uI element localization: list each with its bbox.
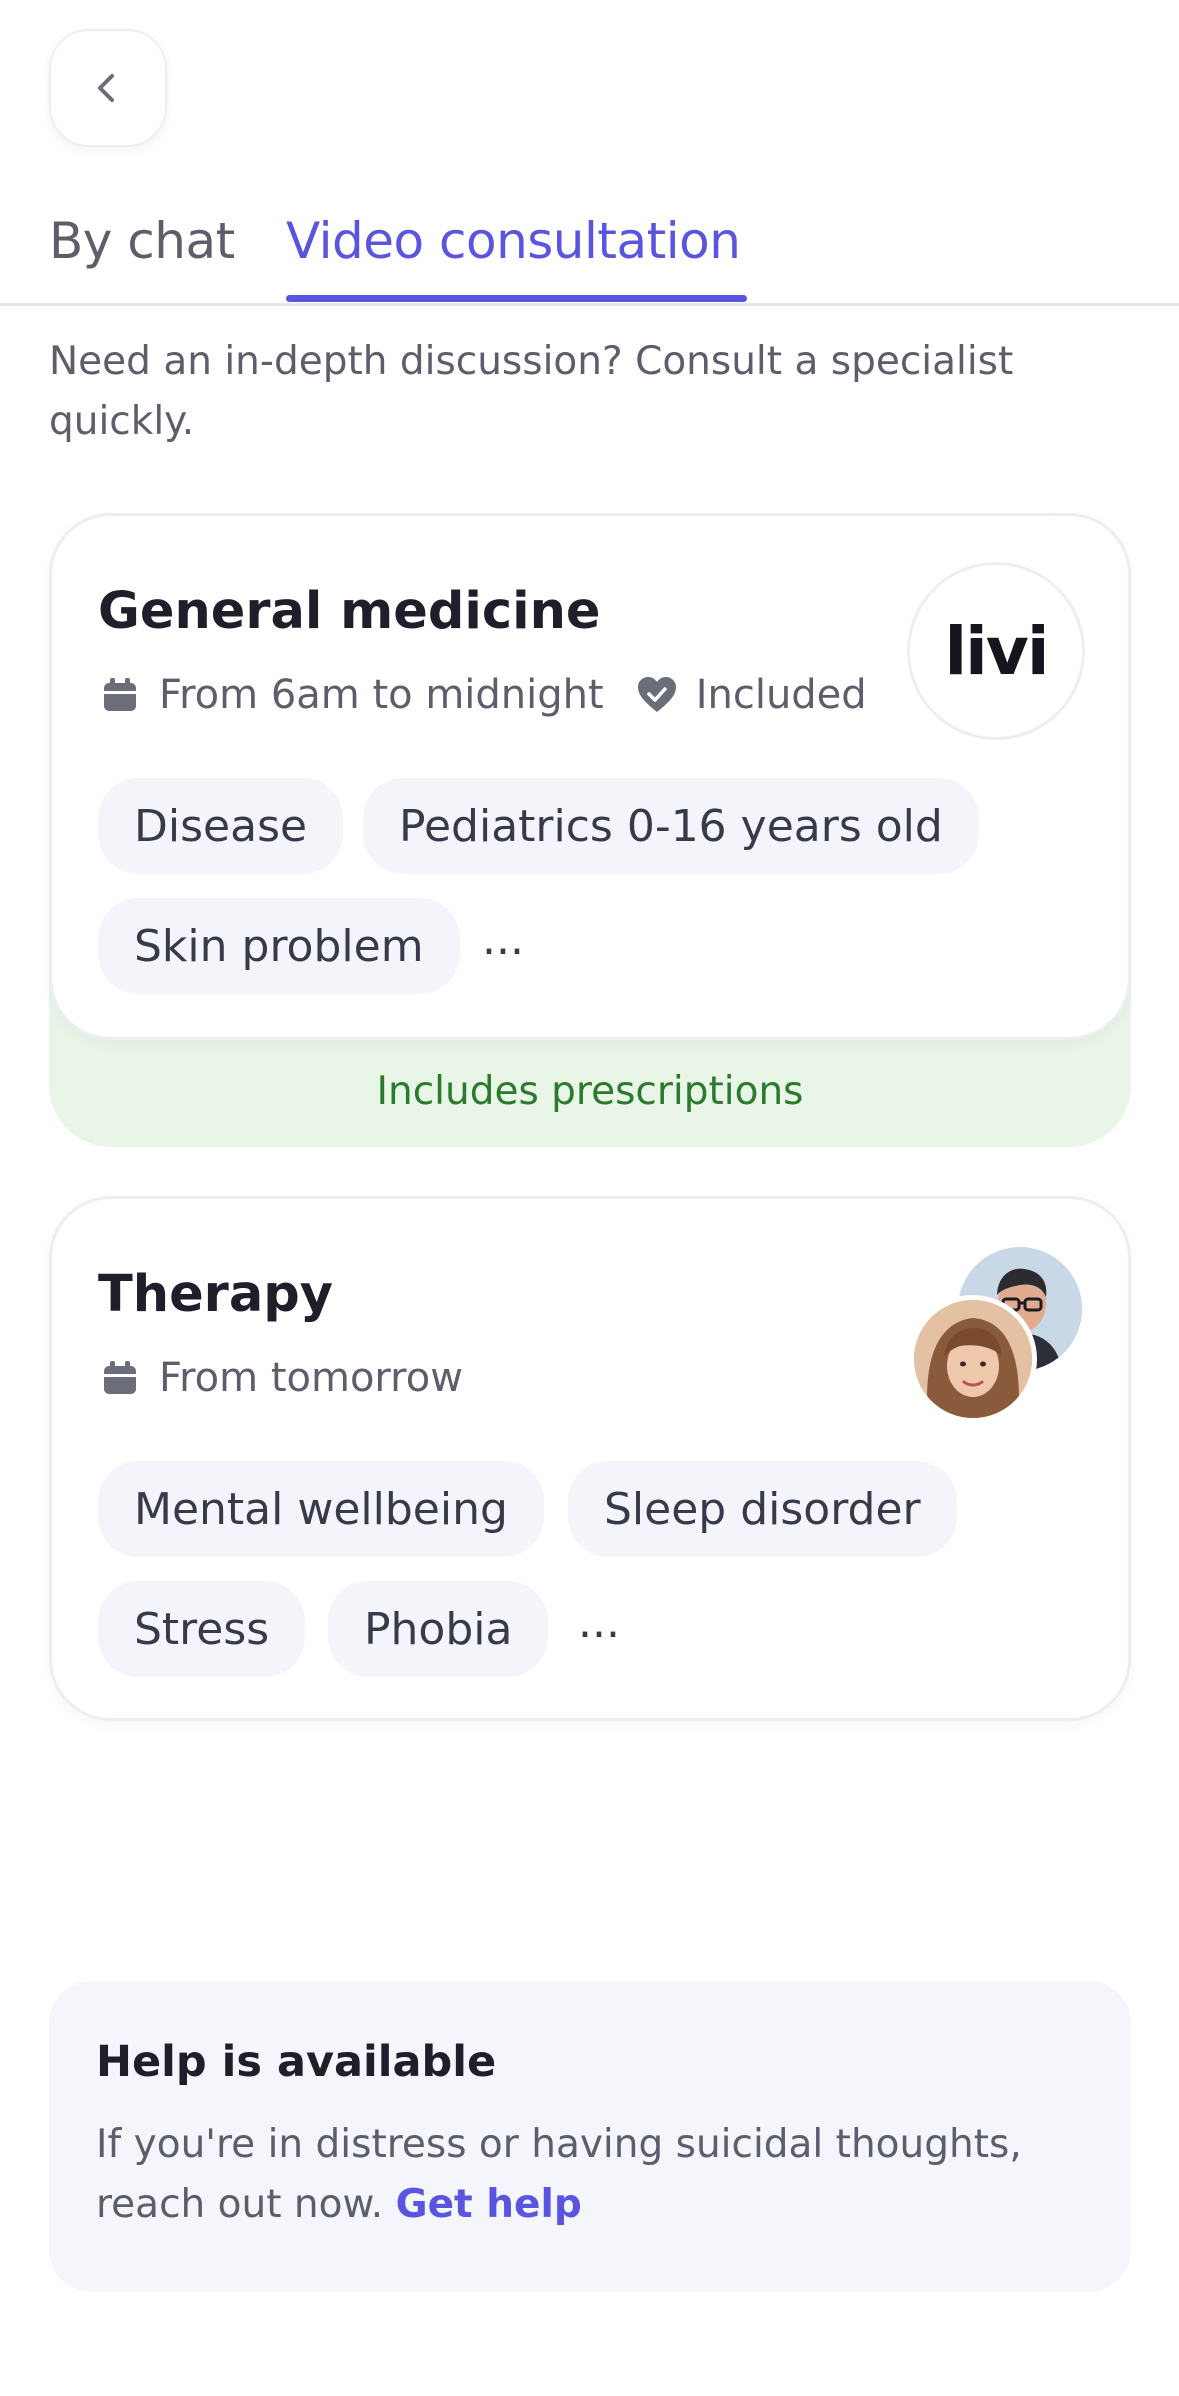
active-tab-indicator [286,295,747,302]
tag-chip: Disease [98,778,344,874]
general-medicine-card-body[interactable]: General medicine From 6am to midnight In… [49,513,1131,1040]
tag-chip: Pediatrics 0-16 years old [363,778,979,874]
tag-chip: Sleep disorder [568,1461,957,1557]
more-tags: ... [578,1597,620,1648]
get-help-link[interactable]: Get help [396,2182,582,2227]
heart-check-icon [637,677,676,712]
more-tags: ... [482,914,524,965]
calendar-icon [104,678,136,711]
intro-text: Need an in-depth discussion? Consult a s… [49,339,1014,444]
general-medicine-card[interactable]: General medicine From 6am to midnight In… [49,513,1131,1147]
help-box: Help is available If you're in distress … [49,1981,1131,2292]
tab-by-chat[interactable]: By chat [49,212,235,294]
therapy-card[interactable]: Therapy From tomorrow Mental wellbeing S… [49,1196,1131,1721]
tag-chip: Phobia [328,1581,549,1677]
therapy-card-body[interactable]: Therapy From tomorrow Mental wellbeing S… [49,1196,1131,1721]
card-meta: From 6am to midnight Included [101,672,867,718]
chevron-left-icon [98,74,114,102]
tab-video-consultation[interactable]: Video consultation [286,212,741,294]
calendar-icon [104,1361,136,1394]
card-meta: From tomorrow [101,1355,463,1401]
tag-chip: Mental wellbeing [98,1461,544,1557]
schedule-text: From 6am to midnight [159,672,604,718]
tab-bar: By chat Video consultation [0,190,1179,306]
card-title: Therapy [98,1265,334,1324]
schedule-text: From tomorrow [159,1355,463,1401]
card-title: General medicine [98,582,601,641]
coverage-text: Included [695,672,867,718]
back-button[interactable] [49,29,167,147]
help-title: Help is available [96,2037,497,2087]
help-text: If you're in distress or having suicidal… [96,2115,1096,2235]
prescriptions-banner: Includes prescriptions [376,1069,804,1114]
therapist-avatar-female [909,1295,1037,1423]
tag-chip: Stress [98,1581,306,1677]
livi-logo: livi [907,562,1085,740]
tag-chip: Skin problem [98,898,460,994]
